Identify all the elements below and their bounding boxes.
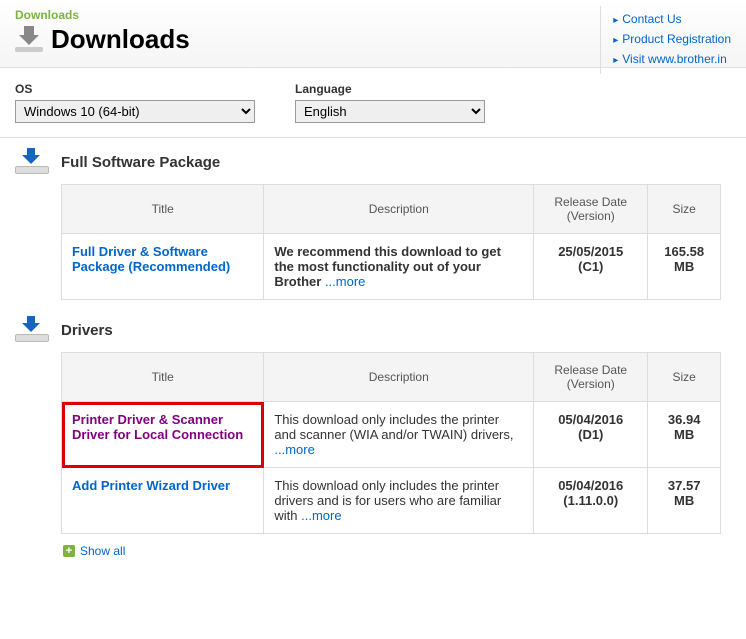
section-heading: Full Software Package — [61, 154, 220, 171]
language-select[interactable]: English — [295, 100, 485, 123]
col-description: Description — [264, 185, 534, 234]
col-title: Title — [62, 353, 264, 402]
show-all-link[interactable]: Show all — [63, 544, 125, 558]
release-date: 05/04/2016 — [558, 412, 623, 427]
download-description: This download only includes the printer … — [274, 412, 513, 442]
downloads-table: Title Description Release Date (Version)… — [61, 352, 721, 534]
download-icon — [15, 26, 43, 54]
file-size: 36.94 MB — [668, 412, 701, 442]
col-size: Size — [648, 185, 721, 234]
col-description: Description — [264, 353, 534, 402]
table-row: Full Driver & Software Package (Recommen… — [62, 234, 721, 300]
release-version: (C1) — [578, 259, 603, 274]
file-size: 37.57 MB — [668, 478, 701, 508]
os-select[interactable]: Windows 10 (64-bit) — [15, 100, 255, 123]
download-description: We recommend this download to get the mo… — [274, 244, 501, 289]
col-size: Size — [648, 353, 721, 402]
download-title-link[interactable]: Add Printer Wizard Driver — [72, 478, 230, 493]
more-link[interactable]: ...more — [301, 508, 341, 523]
quicklink-contact[interactable]: Contact Us — [613, 10, 731, 30]
download-title-link[interactable]: Full Driver & Software Package (Recommen… — [72, 244, 230, 274]
col-date: Release Date (Version) — [534, 353, 648, 402]
release-version: (1.11.0.0) — [563, 493, 618, 508]
downloads-table: Title Description Release Date (Version)… — [61, 184, 721, 300]
col-title: Title — [62, 185, 264, 234]
col-date: Release Date (Version) — [534, 185, 648, 234]
page-title: Downloads — [51, 24, 190, 55]
quicklinks: Contact Us Product Registration Visit ww… — [600, 6, 731, 74]
section-heading: Drivers — [61, 322, 113, 339]
download-title-link[interactable]: Printer Driver & Scanner Driver for Loca… — [72, 412, 243, 442]
table-row: Printer Driver & Scanner Driver for Loca… — [62, 402, 721, 468]
quicklink-visit[interactable]: Visit www.brother.in — [613, 50, 731, 70]
language-label: Language — [295, 82, 485, 96]
file-size: 165.58 MB — [664, 244, 704, 274]
more-link[interactable]: ...more — [325, 274, 365, 289]
section-icon — [15, 150, 49, 174]
table-row: Add Printer Wizard Driver This download … — [62, 468, 721, 534]
section-icon — [15, 318, 49, 342]
os-label: OS — [15, 82, 255, 96]
release-date: 25/05/2015 — [558, 244, 623, 259]
release-date: 05/04/2016 — [558, 478, 623, 493]
more-link[interactable]: ...more — [274, 442, 314, 457]
quicklink-registration[interactable]: Product Registration — [613, 30, 731, 50]
release-version: (D1) — [578, 427, 603, 442]
